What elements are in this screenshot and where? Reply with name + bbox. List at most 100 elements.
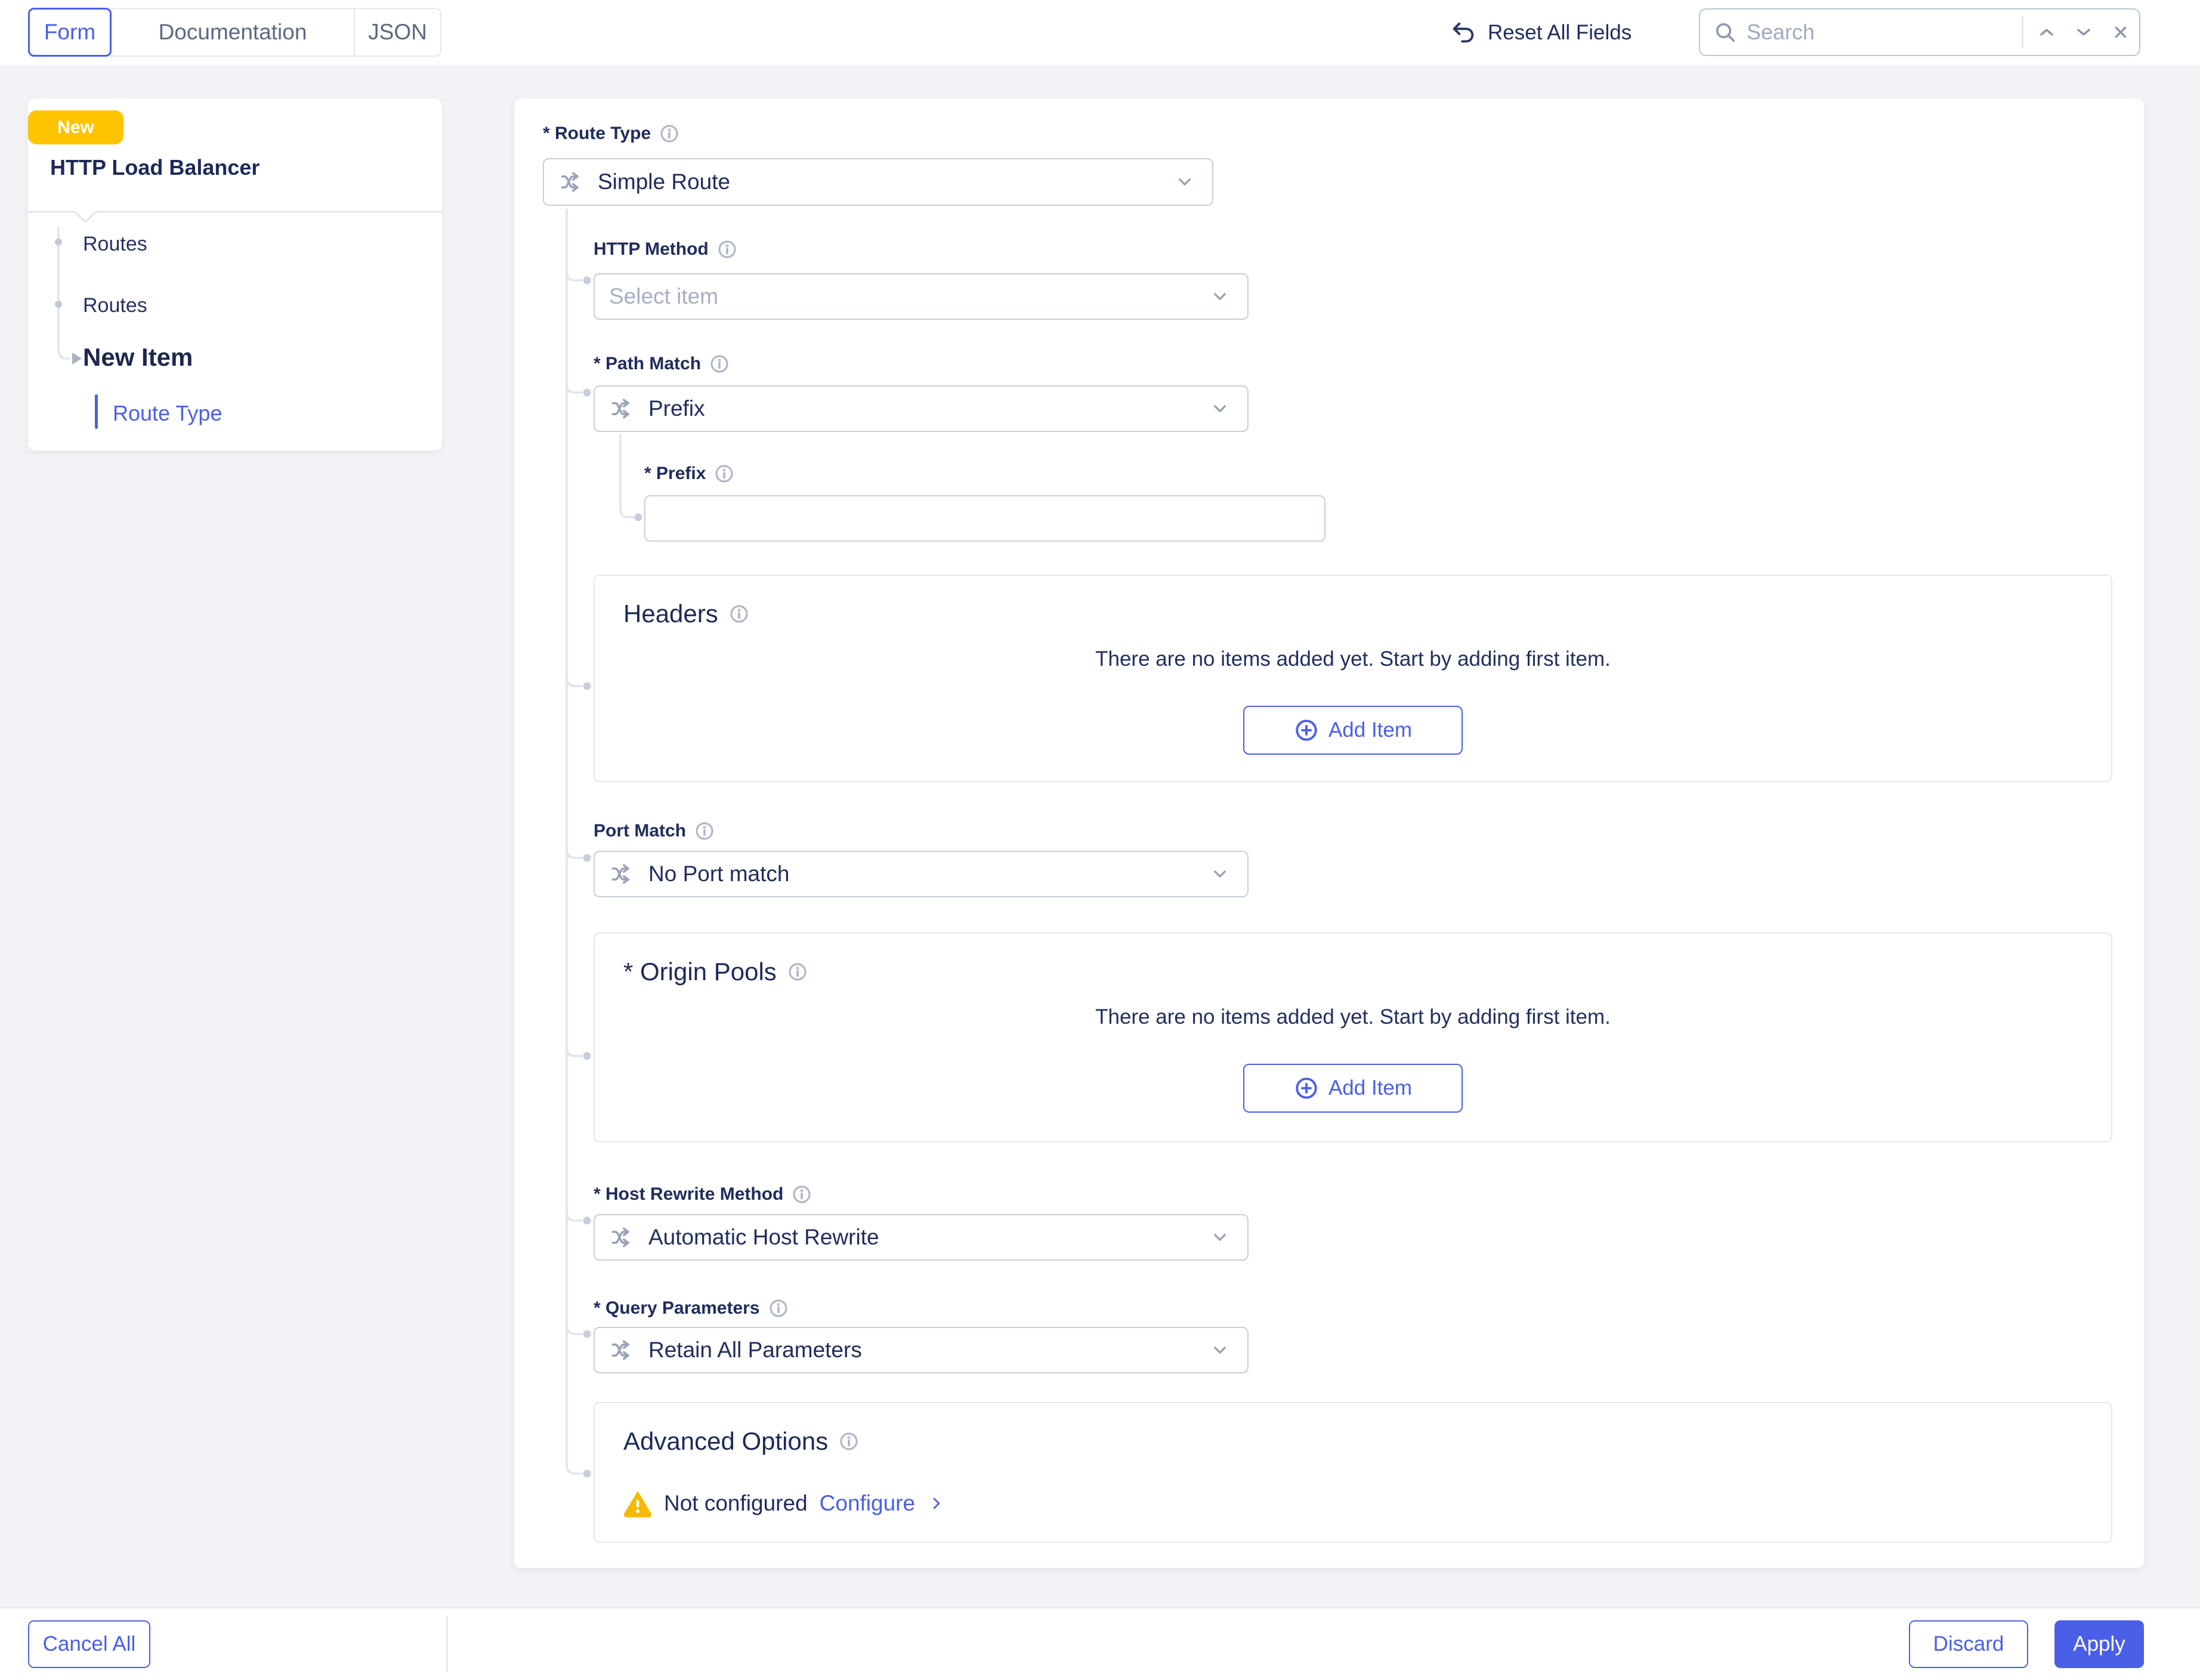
query-parameters-label: * Query Parameters <box>594 1298 789 1318</box>
footer-divider <box>446 1616 448 1672</box>
info-icon[interactable] <box>709 354 730 374</box>
headers-title: Headers <box>623 600 749 628</box>
query-parameters-select[interactable]: Retain All Parameters <box>594 1327 1249 1373</box>
info-icon[interactable] <box>714 464 734 484</box>
sidebar-item-routes-2[interactable]: Routes <box>83 294 147 317</box>
advanced-status-text: Not configured <box>664 1491 808 1516</box>
chevron-down-icon <box>1208 1338 1232 1362</box>
chevron-down-icon <box>1208 1225 1232 1249</box>
origin-pools-title: * Origin Pools <box>623 958 808 986</box>
query-parameters-label-text: * Query Parameters <box>594 1298 760 1318</box>
configure-link[interactable]: Configure <box>820 1491 915 1516</box>
headers-empty-text: There are no items added yet. Start by a… <box>595 647 2111 671</box>
chevron-down-icon <box>1173 170 1197 194</box>
headers-title-text: Headers <box>623 600 718 628</box>
branch-icon <box>609 1337 635 1363</box>
info-icon[interactable] <box>717 239 737 260</box>
headers-add-item-button[interactable]: Add Item <box>1243 706 1463 755</box>
info-icon[interactable] <box>768 1298 789 1318</box>
badge-label: New <box>57 118 94 138</box>
host-rewrite-select[interactable]: Automatic Host Rewrite <box>594 1214 1249 1261</box>
tab-json[interactable]: JSON <box>354 8 441 57</box>
sidebar-item-new-item[interactable]: New Item <box>83 343 193 372</box>
host-rewrite-value: Automatic Host Rewrite <box>648 1225 879 1250</box>
route-type-select[interactable]: Simple Route <box>543 158 1213 206</box>
cancel-all-button[interactable]: Cancel All <box>28 1620 150 1668</box>
search-box <box>1699 8 2140 56</box>
chevron-down-icon <box>1208 397 1232 421</box>
search-clear-button[interactable] <box>2102 9 2139 55</box>
origin-pools-empty-text: There are no items added yet. Start by a… <box>595 1005 2111 1029</box>
headers-add-item-label: Add Item <box>1328 718 1412 742</box>
prefix-label: * Prefix <box>644 464 734 484</box>
prefix-input-wrap <box>644 495 1325 542</box>
info-icon[interactable] <box>729 604 749 624</box>
branch-icon <box>609 1224 635 1250</box>
reset-all-fields-label: Reset All Fields <box>1488 21 1632 45</box>
advanced-options-section: Advanced Options Not configured Configur… <box>594 1402 2112 1543</box>
path-match-label: * Path Match <box>594 354 730 374</box>
reset-all-fields-button[interactable]: Reset All Fields <box>1450 0 1632 66</box>
search-divider <box>2022 16 2023 48</box>
path-match-label-text: * Path Match <box>594 354 701 374</box>
origin-pools-add-item-label: Add Item <box>1328 1076 1412 1100</box>
plus-circle-icon <box>1294 1076 1319 1101</box>
advanced-options-title: Advanced Options <box>623 1427 859 1456</box>
origin-pools-add-item-button[interactable]: Add Item <box>1243 1064 1463 1113</box>
plus-circle-icon <box>1294 718 1319 743</box>
query-parameters-value: Retain All Parameters <box>648 1338 862 1363</box>
info-icon[interactable] <box>787 962 808 982</box>
http-method-label: HTTP Method <box>594 239 737 260</box>
search-next-button[interactable] <box>2065 9 2102 55</box>
prefix-label-text: * Prefix <box>644 464 706 484</box>
http-method-label-text: HTTP Method <box>594 239 709 260</box>
info-icon[interactable] <box>839 1431 859 1452</box>
port-match-select[interactable]: No Port match <box>594 851 1249 897</box>
view-tabs: Form Documentation JSON <box>28 8 441 57</box>
branch-icon <box>609 396 635 422</box>
search-input[interactable] <box>1747 20 2022 45</box>
chevron-right-icon <box>927 1494 946 1513</box>
search-prev-button[interactable] <box>2028 9 2065 55</box>
undo-arrow-icon <box>1450 19 1477 47</box>
origin-pools-section: * Origin Pools There are no items added … <box>594 932 2112 1142</box>
origin-pools-title-text: * Origin Pools <box>623 958 777 986</box>
tab-form[interactable]: Form <box>28 8 112 57</box>
route-type-value: Simple Route <box>598 169 730 194</box>
apply-button[interactable]: Apply <box>2054 1620 2144 1668</box>
chevron-down-icon <box>1208 862 1232 886</box>
tab-documentation[interactable]: Documentation <box>110 8 355 57</box>
sidebar-item-route-type[interactable]: Route Type <box>113 401 222 426</box>
chevron-up-icon <box>2036 21 2057 43</box>
sidebar-tree-connectors <box>28 98 442 450</box>
warning-triangle-icon <box>623 1489 652 1518</box>
route-type-label-text: * Route Type <box>543 123 651 144</box>
host-rewrite-label-text: * Host Rewrite Method <box>594 1184 783 1205</box>
port-match-label-text: Port Match <box>594 821 686 841</box>
info-icon[interactable] <box>659 123 679 144</box>
discard-button[interactable]: Discard <box>1909 1620 2028 1668</box>
path-match-select[interactable]: Prefix <box>594 385 1249 432</box>
prefix-input[interactable] <box>660 506 1310 531</box>
sidebar-title: HTTP Load Balancer <box>50 155 259 180</box>
selected-item-bar <box>95 394 98 429</box>
port-match-label: Port Match <box>594 821 715 841</box>
advanced-options-title-text: Advanced Options <box>623 1427 828 1456</box>
headers-section: Headers There are no items added yet. St… <box>594 575 2112 782</box>
info-icon[interactable] <box>694 821 715 841</box>
host-rewrite-label: * Host Rewrite Method <box>594 1184 812 1205</box>
http-method-select[interactable]: Select item <box>594 273 1249 320</box>
path-match-value: Prefix <box>648 396 705 421</box>
info-icon[interactable] <box>792 1184 812 1205</box>
branch-icon <box>609 861 635 887</box>
route-type-label: * Route Type <box>543 123 679 144</box>
footer-bar: Cancel All Discard Apply <box>0 1607 2200 1680</box>
sidebar-item-routes-1[interactable]: Routes <box>83 233 147 256</box>
chevron-down-icon <box>2073 21 2094 43</box>
magnifier-icon <box>1713 20 1737 44</box>
http-method-placeholder: Select item <box>609 284 718 309</box>
object-tree-sidebar: New HTTP Load Balancer Routes Routes New… <box>28 98 442 450</box>
branch-icon <box>558 169 585 195</box>
close-icon <box>2110 21 2131 43</box>
page: Form Documentation JSON Reset All Fields <box>0 0 2200 1680</box>
